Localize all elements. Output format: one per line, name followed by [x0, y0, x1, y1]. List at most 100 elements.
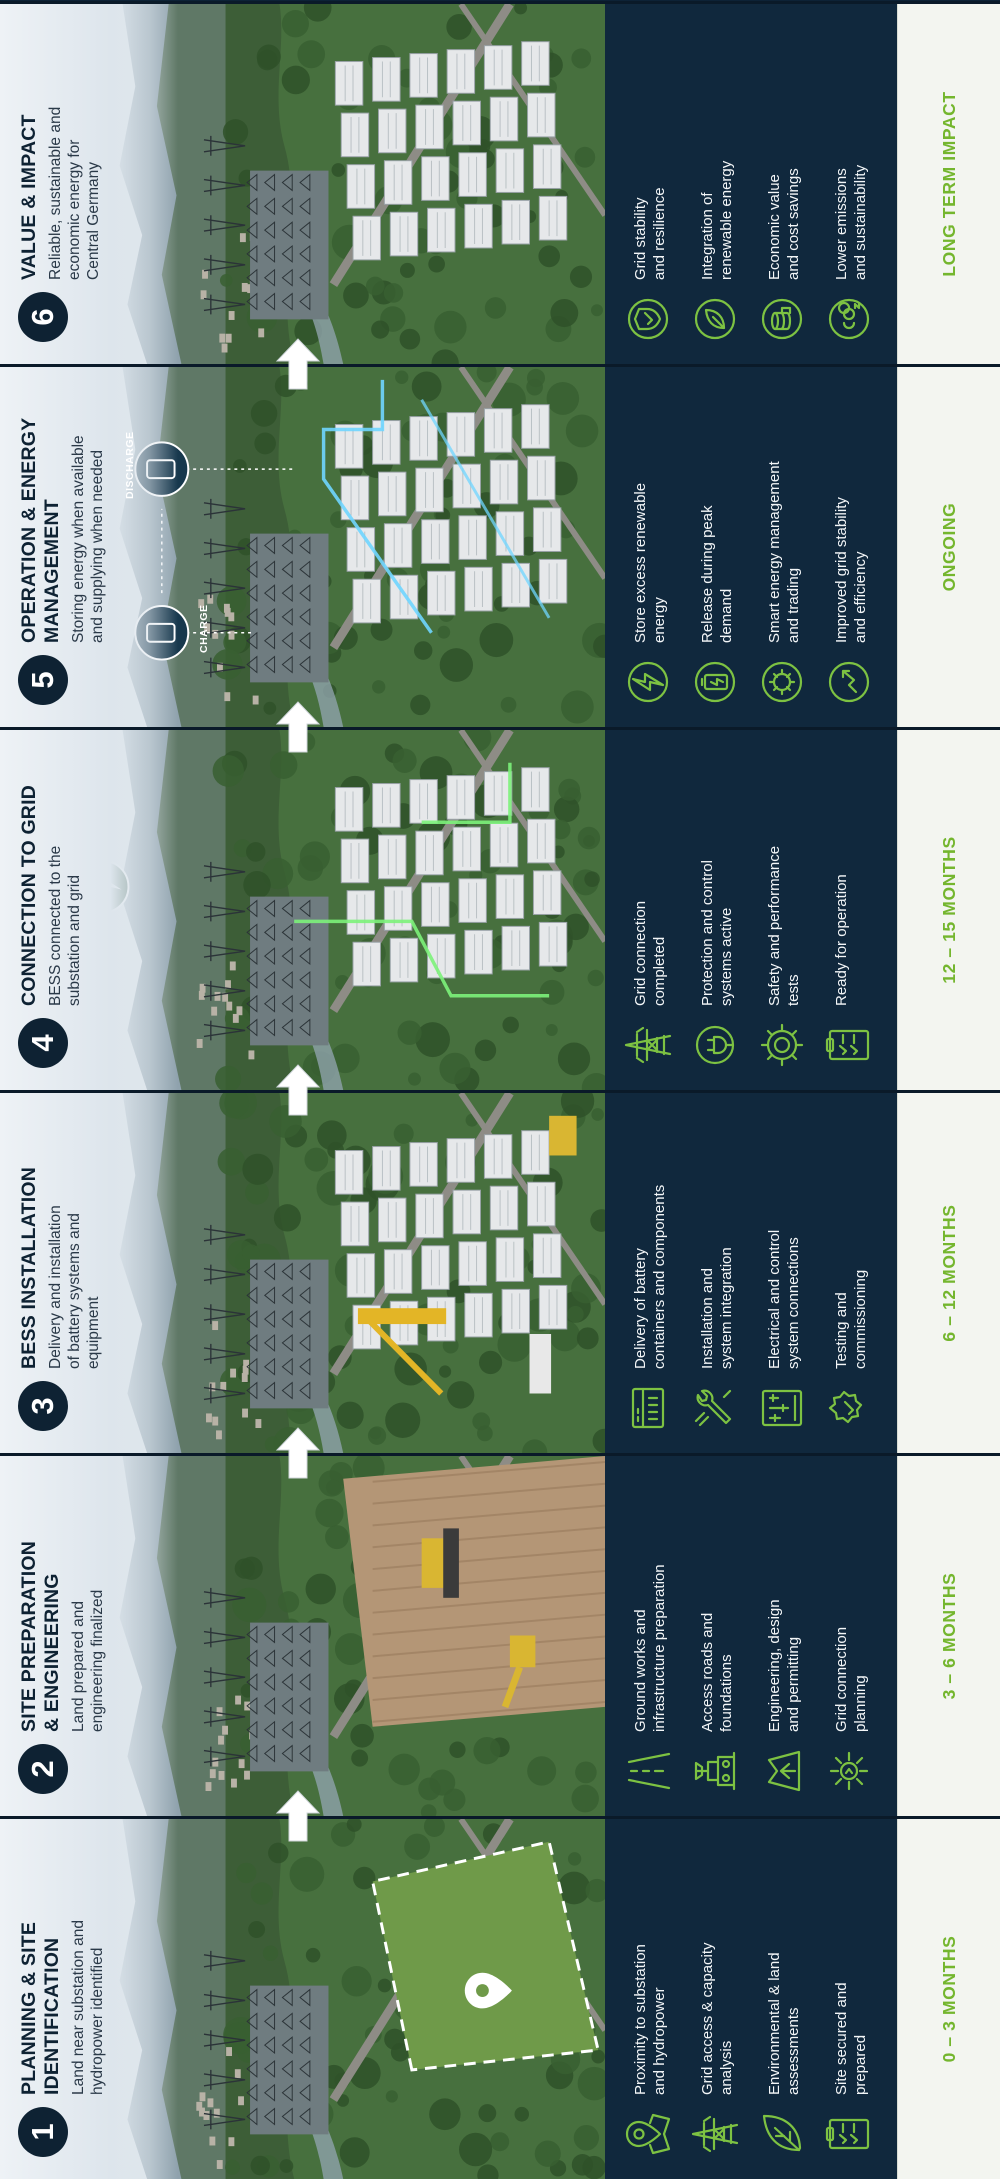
- stage-subtitle-line: economic energy for: [66, 139, 83, 280]
- stage-subtitle: BESS connected to the substation and grid: [46, 738, 84, 1006]
- detail-text-line: and resilience: [650, 187, 668, 280]
- foundation-icon: [688, 1744, 742, 1798]
- detail-item: Improved grid stability and efficiency: [828, 377, 897, 709]
- efficiency-gear-icon: [822, 655, 876, 709]
- stage-6-column: 6 VALUE & IMPACT Reliable, sustainable and…: [0, 1, 1000, 364]
- detail-text: Site secured and prepared: [830, 1982, 870, 2095]
- stage-number-badge: 4: [18, 1018, 68, 1068]
- road-icon: [621, 1744, 675, 1798]
- detail-text-line: Store excess renewable: [632, 482, 650, 643]
- next-stage-arrow-icon: [275, 1789, 321, 1843]
- co2-icon: [822, 292, 876, 346]
- stage-3-column: 3 BESS INSTALLATION Delivery and installat…: [0, 1090, 1000, 1453]
- detail-text-line: Smart energy management: [766, 461, 784, 643]
- stage-number-badge: 6: [18, 292, 68, 342]
- detail-item: Grid connection completed: [624, 740, 696, 1072]
- detail-item: Site secured and prepared: [825, 1829, 897, 2161]
- detail-text: Economic value and cost savings: [763, 168, 803, 280]
- stage-title-line: SITE PREPARATION: [18, 1541, 40, 1732]
- detail-text-line: renewable energy: [717, 160, 735, 280]
- detail-text: Grid stability and resilience: [629, 187, 669, 280]
- detail-text-line: containers and components: [650, 1184, 668, 1369]
- detail-text: Protection and control systems active: [696, 860, 736, 1006]
- stage-number-badge: 2: [18, 1744, 68, 1794]
- detail-text: Engineering, design and permitting: [763, 1599, 803, 1732]
- stage-subtitle: Storing energy when available and supplyi…: [69, 375, 107, 643]
- stage-header: 3 BESS INSTALLATION Delivery and installat…: [0, 1093, 178, 1453]
- detail-text-line: Access roads and: [699, 1612, 717, 1732]
- detail-item: Access roads and foundations: [694, 1466, 763, 1798]
- stage-title: VALUE & IMPACT: [18, 14, 41, 280]
- stage-subtitle: Delivery and installation of battery syst…: [46, 1101, 103, 1369]
- stage-title-line: VALUE & IMPACT: [18, 114, 40, 280]
- detail-text-line: and hydropower: [650, 1987, 668, 2095]
- detail-text: Grid connection completed: [629, 901, 669, 1006]
- detail-text-line: Installation and: [699, 1268, 717, 1369]
- detail-item: Delivery of battery containers and compon…: [629, 1103, 696, 1435]
- detail-item: Smart energy management and trading: [761, 377, 830, 709]
- detail-item: Electrical and control system connections: [761, 1103, 830, 1435]
- map-pin-icon: [621, 2107, 675, 2161]
- stage-subtitle: Land near substation and hydropower ident…: [69, 1827, 107, 2095]
- detail-text: Ready for operation: [830, 874, 852, 1006]
- detail-text-line: Integration of: [699, 192, 717, 280]
- stage-subtitle-line: Delivery and installation: [47, 1205, 64, 1369]
- next-stage-arrow-icon: [275, 700, 321, 754]
- detail-text: Environmental & land assessments: [763, 1952, 803, 2095]
- timeline-label: LONG TERM IMPACT: [938, 91, 959, 277]
- stage-subtitle-line: Land prepared and: [70, 1600, 87, 1732]
- stage-subtitle: Reliable, sustainable and economic energy…: [46, 12, 103, 280]
- stage-title-line: BESS INSTALLATION: [18, 1166, 40, 1369]
- detail-item: Grid access & capacity analysis: [691, 1829, 763, 2161]
- coins-icon: [755, 292, 809, 346]
- stage-details-panel: Proximity to substation and hydropower Gri…: [605, 1819, 898, 2179]
- timeline-label: 6 – 12 MONTHS: [938, 1204, 959, 1342]
- stage-details-panel: Grid connection completed Protection and c…: [605, 730, 898, 1090]
- stage-2-aerial-image: 2 SITE PREPARATION & ENGINEERING Land prepa…: [0, 1456, 606, 1816]
- smart-gear-icon: [755, 655, 809, 709]
- detail-text-line: infrastructure preparation: [650, 1564, 668, 1732]
- detail-text-line: planning: [851, 1675, 869, 1732]
- detail-text-line: and efficiency: [851, 551, 869, 643]
- detail-item: Grid connection planning: [829, 1466, 897, 1798]
- detail-text-line: Ground works and: [632, 1609, 650, 1732]
- stage-header: 2 SITE PREPARATION & ENGINEERING Land prepa…: [0, 1456, 178, 1816]
- stage-title-line: PLANNING & SITE: [18, 1921, 40, 2095]
- detail-item: Ground works and infrastructure preparati…: [627, 1466, 696, 1798]
- stage-subtitle-line: Land near substation and: [70, 1920, 87, 2095]
- stage-3-aerial-image: 3 BESS INSTALLATION Delivery and installat…: [0, 1093, 606, 1453]
- detail-text-line: Grid access & capacity: [699, 1942, 717, 2095]
- detail-text: Safety and performance tests: [763, 846, 803, 1006]
- stage-details-panel: Delivery of battery containers and compon…: [605, 1093, 898, 1453]
- detail-text: Ground works and infrastructure preparati…: [629, 1564, 669, 1732]
- detail-text: Smart energy management and trading: [763, 461, 803, 643]
- detail-text-line: Engineering, design: [766, 1599, 784, 1732]
- detail-text-line: tests: [784, 974, 802, 1006]
- detail-text-line: energy: [650, 597, 668, 643]
- detail-text: Lower emissions and sustainability: [830, 165, 870, 280]
- stage-subtitle-line: and supplying when needed: [89, 449, 106, 643]
- detail-item: Lower emissions and sustainability: [828, 14, 897, 346]
- stage-6-aerial-image: 6 VALUE & IMPACT Reliable, sustainable and…: [0, 4, 606, 364]
- detail-item: Protection and control systems active: [695, 740, 763, 1072]
- next-stage-arrow-icon: [275, 1426, 321, 1480]
- detail-text-line: completed: [650, 936, 668, 1006]
- detail-text-line: and cost savings: [784, 168, 802, 280]
- detail-text-line: systems active: [717, 907, 735, 1006]
- lightning-icon: [621, 655, 675, 709]
- stage-header: 4 CONNECTION TO GRID BESS connected to the…: [0, 730, 178, 1090]
- checklist-icon: [822, 1018, 876, 1072]
- detail-text-line: Improved grid stability: [833, 497, 851, 643]
- checklist-icon: [822, 2107, 876, 2161]
- detail-text-line: analysis: [717, 2040, 735, 2095]
- detail-text-line: Site secured and: [833, 1982, 851, 2095]
- stage-1-aerial-image: 1 PLANNING & SITE IDENTIFICATION Land near …: [0, 1819, 606, 2179]
- shield-icon: [621, 292, 675, 346]
- stage-title-line: & ENGINEERING: [41, 1573, 63, 1732]
- detail-text-line: system connections: [784, 1237, 802, 1369]
- commissioning-gear-icon: [822, 1381, 876, 1435]
- timeline-band: ONGOING: [897, 367, 1000, 727]
- stage-5-aerial-image: 5 OPERATION & ENERGY MANAGEMENT Storing ene…: [0, 367, 606, 727]
- detail-item: Safety and performance tests: [760, 740, 830, 1072]
- detail-text-line: Protection and control: [699, 860, 717, 1006]
